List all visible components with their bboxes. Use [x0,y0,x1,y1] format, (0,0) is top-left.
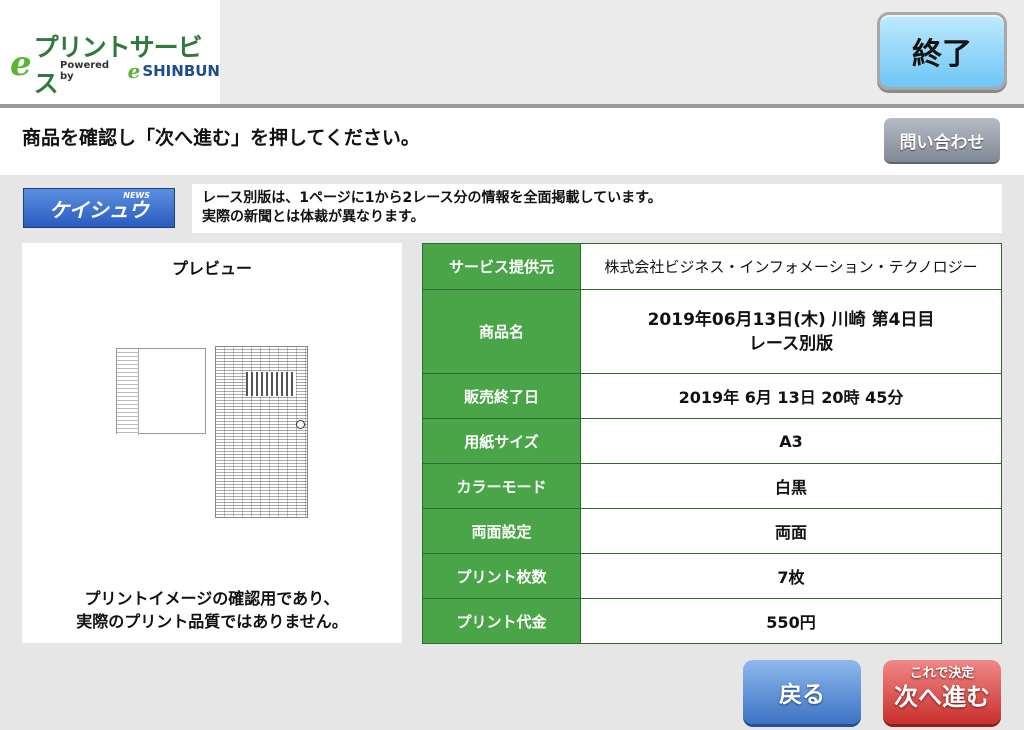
table-row: 用紙サイズ A3 [422,418,1002,464]
preview-title: プレビュー [171,259,252,278]
detail-label: 商品名 [422,289,581,374]
detail-label: 用紙サイズ [422,418,581,464]
table-row: 商品名 2019年06月13日(木) 川崎 第4日目 レース別版 [422,289,1002,374]
keishu-logo: NEWS ケイシュウ [23,188,175,228]
eprint-logo: e プリントサービス Powered by e SHINBUN [0,0,220,104]
brand-news-label: NEWS [123,191,150,200]
detail-value: 白黒 [580,463,1002,509]
notice-line-2: 実際の新聞とは体裁が異なります。 [202,209,425,225]
preview-note-line-2: 実際のプリント品質ではありません。 [76,612,348,631]
next-button-sublabel: これで決定 [909,666,975,681]
product-name-line-2: レース別版 [748,333,834,354]
detail-label: 販売終了日 [422,373,581,419]
powered-by-label: Powered by [60,60,110,82]
detail-value: 7枚 [580,553,1002,599]
instruction-text: 商品を確認し「次へ進む」を押してください。 [22,127,420,149]
detail-value: 株式会社ビジネス・インフォメーション・テクノロジー [580,243,1002,290]
detail-value: 2019年 6月 13日 20時 45分 [580,373,1002,419]
logo-powered-by: Powered by e SHINBUN [60,60,220,82]
product-name-line-1: 2019年06月13日(木) 川崎 第4日目 [647,309,935,330]
preview-page-thumbnail [215,346,308,518]
detail-value: 550円 [580,598,1002,644]
back-button[interactable]: 戻る [743,660,861,724]
table-row: カラーモード 白黒 [422,463,1002,509]
product-notice: レース別版は、1ページに1から2レース分の情報を全面掲載しています。 実際の新聞… [192,184,1002,233]
product-details-table: サービス提供元 株式会社ビジネス・インフォメーション・テクノロジー 商品名 20… [422,243,1002,644]
detail-label: プリント枚数 [422,553,581,599]
detail-label: カラーモード [422,463,581,509]
shinbun-e-mark: e [127,59,141,83]
preview-page-thumbnail [116,348,206,435]
end-button[interactable]: 終了 [877,12,1007,90]
detail-value: A3 [580,418,1002,464]
shinbun-label: SHINBUN [142,62,220,80]
instruction-bar: 商品を確認し「次へ進む」を押してください。 問い合わせ [0,108,1024,175]
detail-label: プリント代金 [422,598,581,644]
table-row: プリント代金 550円 [422,598,1002,644]
table-row: プリント枚数 7枚 [422,553,1002,599]
detail-label: 両面設定 [422,508,581,554]
detail-value: 両面 [580,508,1002,554]
next-button-label: 次へ進む [894,683,990,711]
table-row: 販売終了日 2019年 6月 13日 20時 45分 [422,373,1002,419]
table-row: 両面設定 両面 [422,508,1002,554]
logo-e-mark: e [10,44,32,84]
app-header: e プリントサービス Powered by e SHINBUN 終了 [0,0,1024,104]
next-button[interactable]: これで決定 次へ進む [883,660,1001,724]
detail-value: 2019年06月13日(木) 川崎 第4日目 レース別版 [580,289,1002,374]
preview-note: プリントイメージの確認用であり、 実際のプリント品質ではありません。 [22,587,402,633]
preview-note-line-1: プリントイメージの確認用であり、 [84,589,340,608]
notice-line-1: レース別版は、1ページに1から2レース分の情報を全面掲載しています。 [202,190,662,206]
table-row: サービス提供元 株式会社ビジネス・インフォメーション・テクノロジー [422,243,1002,290]
preview-panel: プレビュー プリントイメージの確認用であり、 実際のプリント品質ではありません。 [22,243,402,643]
inquiry-button[interactable]: 問い合わせ [884,118,1000,162]
detail-label: サービス提供元 [422,243,581,290]
